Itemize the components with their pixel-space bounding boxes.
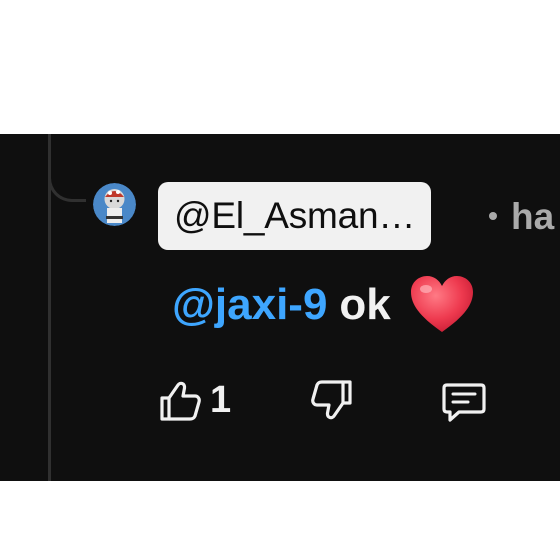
like-button[interactable]: 1 [158,379,231,422]
comment-body: @jaxi-9 ok [172,274,475,336]
timestamp: ha [511,196,555,237]
like-count: 1 [210,379,232,421]
reply-button[interactable] [441,381,487,423]
heart-emoji-icon [410,276,473,332]
separator-dot [489,212,497,220]
thumbs-down-icon [311,380,352,420]
comment-text: ok [339,280,391,329]
thread-branch-connector [48,164,86,202]
avatar[interactable] [93,183,136,226]
author-handle[interactable]: @El_Asman… [158,182,432,250]
thumbs-up-icon [160,381,201,421]
dislike-button[interactable] [310,379,354,421]
comment-reply-panel: @El_Asman… ha @jaxi-9 ok 1 [0,134,560,481]
comment-icon [442,383,486,422]
mention-link[interactable]: @jaxi-9 [172,280,327,330]
